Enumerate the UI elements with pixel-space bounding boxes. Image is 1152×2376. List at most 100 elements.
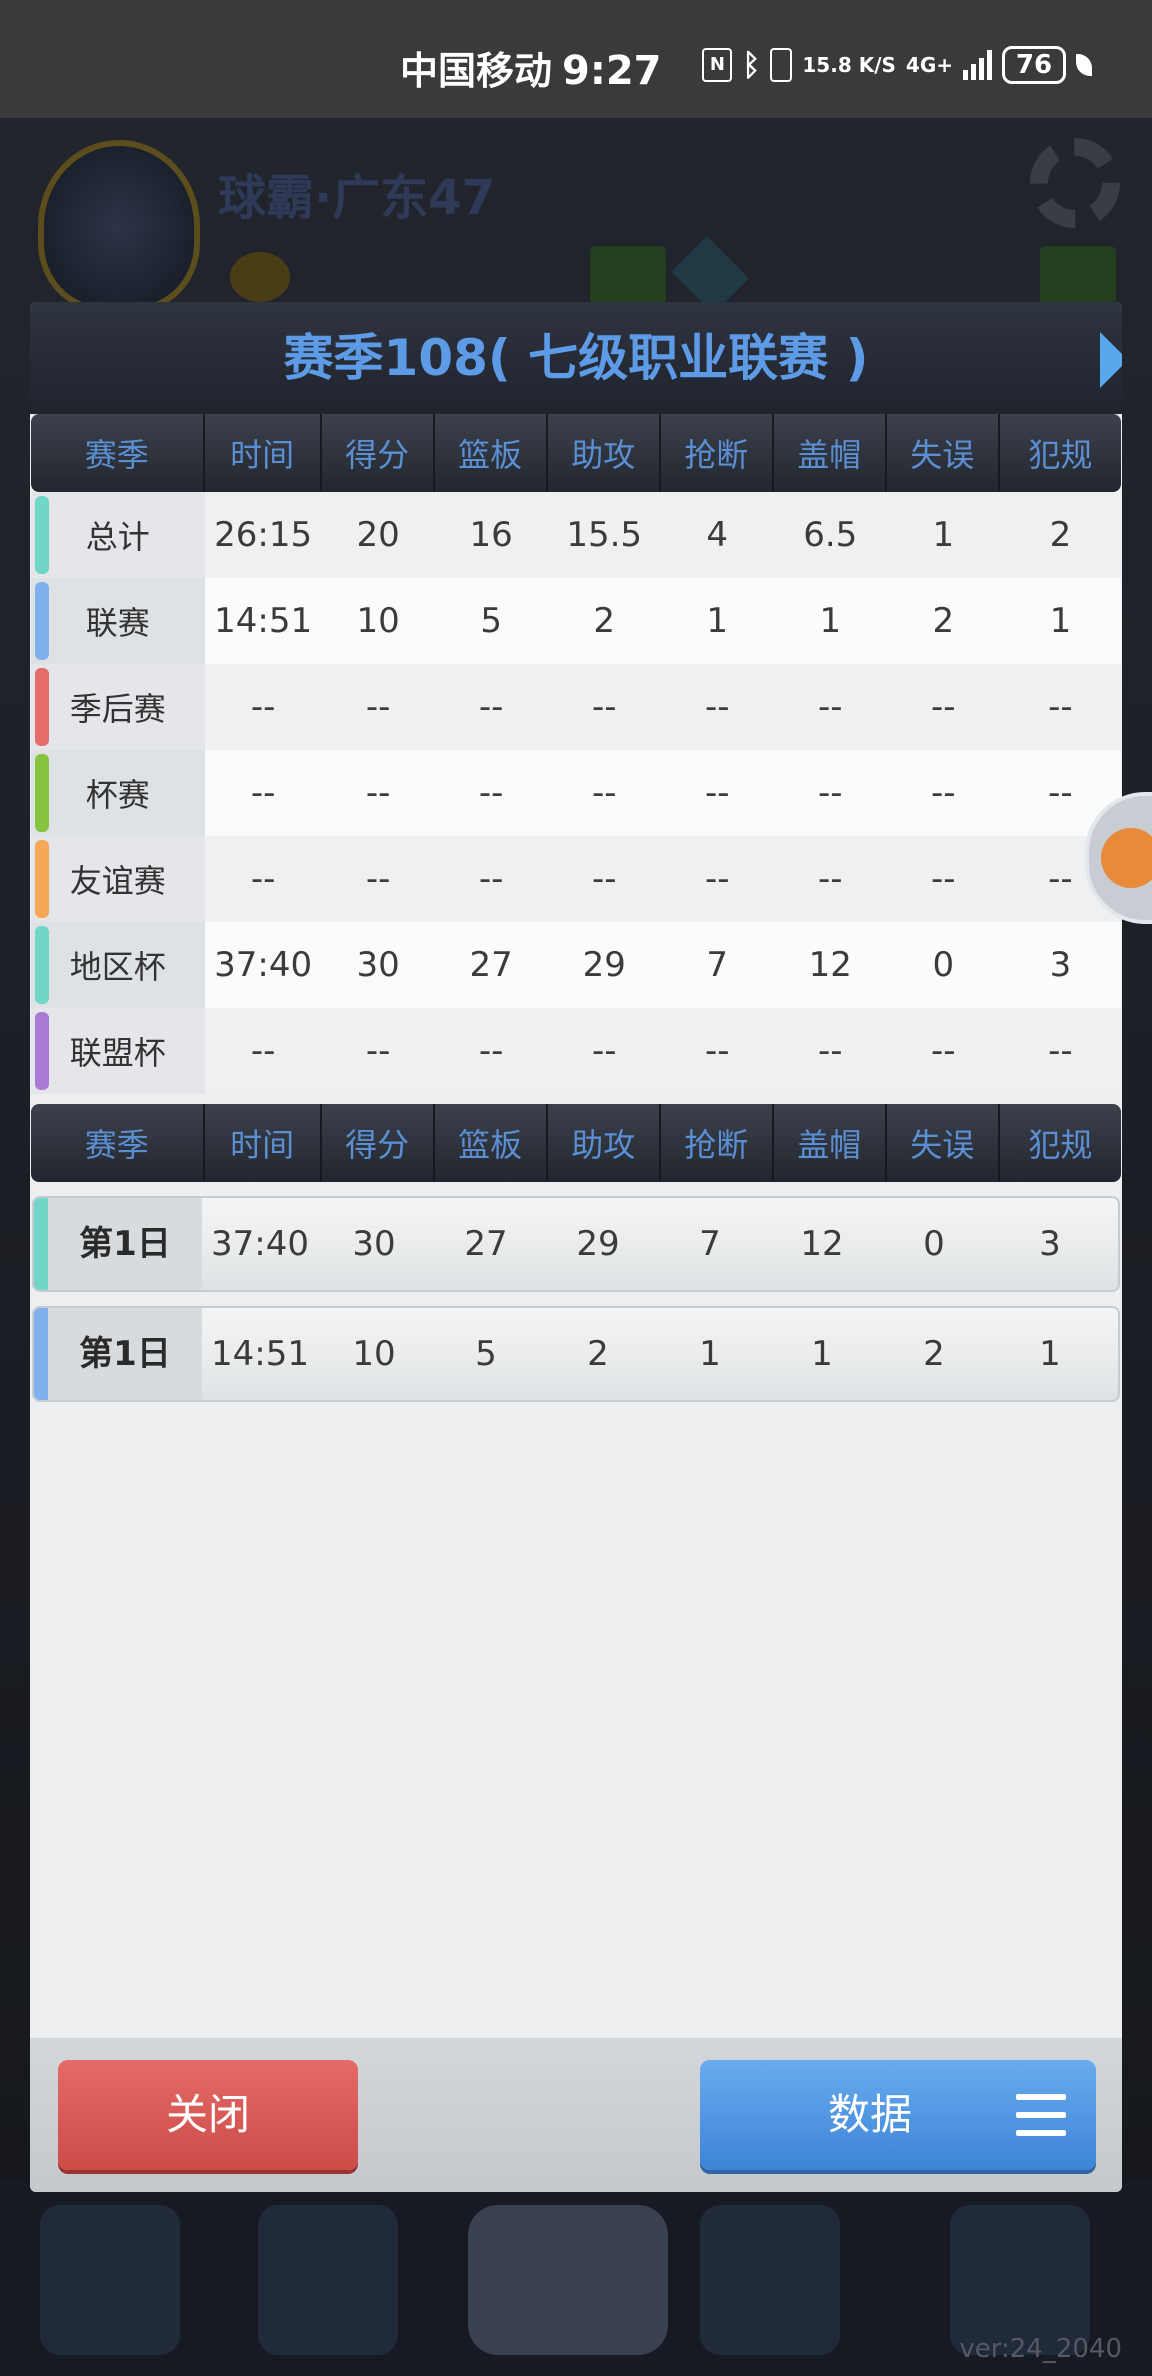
stat-cell: -- [321,664,435,750]
coin-icon [230,252,290,302]
tab-chat-icon [700,2205,840,2355]
category-color-bar [35,926,49,1004]
stat-cell: 1 [660,578,774,664]
stat-cell: -- [660,1008,774,1094]
stat-cell: 0 [886,922,1000,1008]
column-header: 得分 [321,414,435,492]
stat-cell: -- [434,836,548,922]
table-row: 联赛 14:51 10 5 2 1 1 2 1 [31,578,1121,664]
row-label: 季后赛 [31,664,205,750]
stat-cell: 29 [547,922,661,1008]
column-header: 抢断 [660,414,774,492]
stat-cell: 16 [434,492,548,578]
stat-cell: 37:40 [211,1224,309,1264]
network-type: 4G+ [905,53,953,77]
category-color-bar [35,496,49,574]
column-header: 篮板 [434,414,548,492]
stat-cell: -- [886,664,1000,750]
stat-cell: 5 [434,578,548,664]
power-saving-icon [1076,54,1092,76]
table-header-row: 赛季 时间 得分 篮板 助攻 抢断 盖帽 失误 犯规 [31,1104,1121,1182]
row-label-text: 联赛 [85,604,150,642]
column-header: 篮板 [434,1104,548,1182]
team-name: 球霸·广东47 [218,170,496,226]
stat-cell: 20 [321,492,435,578]
stat-cell: 12 [773,922,887,1008]
stat-cell: -- [660,750,774,836]
stat-cell: 1 [811,1334,833,1374]
category-color-bar [35,582,49,660]
stat-cell: 7 [660,922,774,1008]
stat-cell: -- [773,1008,887,1094]
stat-cell: -- [204,664,322,750]
stat-cell: 30 [352,1224,396,1264]
table-row: 地区杯 37:40 30 27 29 7 12 0 3 [31,922,1121,1008]
column-header: 盖帽 [773,414,887,492]
stat-cell: -- [434,1008,548,1094]
signal-icon [963,50,992,80]
status-icons: N ᛒ 15.8 K/S 4G+ 76 [702,46,1092,84]
table-row: 总计 26:15 20 16 15.5 4 6.5 1 2 [31,492,1121,578]
column-header: 得分 [321,1104,435,1182]
game-log-header: 赛季 时间 得分 篮板 助攻 抢断 盖帽 失误 犯规 [31,1104,1121,1182]
tab-star-icon [40,2205,180,2355]
tab-court-icon [468,2205,668,2355]
category-color-bar [35,668,49,746]
column-header: 助攻 [547,414,661,492]
close-button[interactable]: 关闭 [58,2060,358,2170]
stat-cell: 1 [773,578,887,664]
stat-cell: 10 [352,1334,396,1374]
game-day-label: 第1日 [48,1308,202,1400]
stat-cell: 7 [699,1224,721,1264]
stat-cell: -- [999,1008,1121,1094]
tab-upgrade-icon [950,2205,1090,2355]
stat-cell: 6.5 [773,492,887,578]
category-color-bar [34,1308,48,1400]
stat-cell: 5 [475,1334,497,1374]
add-coin-button [590,246,666,306]
bluetooth-icon: ᛒ [742,47,761,83]
column-header: 犯规 [999,414,1121,492]
stat-cell: -- [547,1008,661,1094]
row-label-text: 总计 [85,518,150,556]
row-label: 总计 [31,492,205,578]
category-color-bar [35,840,49,918]
game-row[interactable]: 第1日 37:40 30 27 29 7 12 0 3 [32,1196,1120,1292]
stat-cell: 1 [999,578,1121,664]
stat-cell: -- [660,664,774,750]
stat-cell: -- [547,750,661,836]
clock: 9:27 [562,48,662,94]
row-label: 地区杯 [31,922,205,1008]
stat-cell: 3 [1039,1224,1061,1264]
stat-cell: 14:51 [204,578,322,664]
stat-cell: -- [773,836,887,922]
stat-cell: 26:15 [204,492,322,578]
category-color-bar [35,1012,49,1090]
data-menu-button[interactable]: 数据 [700,2060,1096,2170]
stat-cell: 2 [547,578,661,664]
stat-cell: -- [204,1008,322,1094]
game-log-list: 第1日 37:40 30 27 29 7 12 0 3 第1日 14:51 10 5 2 1 1 2 1 [30,1196,1122,1402]
column-header: 犯规 [999,1104,1121,1182]
game-day-label: 第1日 [48,1198,202,1290]
stat-cell: -- [204,836,322,922]
column-header: 抢断 [660,1104,774,1182]
table-row: 杯赛 -- -- -- -- -- -- -- -- [31,750,1121,836]
menu-icon [1016,2094,1066,2136]
row-label-text: 季后赛 [69,690,166,728]
stat-cell: 27 [464,1224,508,1264]
column-header: 失误 [886,414,1000,492]
stat-cell: 1 [699,1334,721,1374]
stat-cell: 15.5 [547,492,661,578]
row-label: 联盟杯 [31,1008,205,1094]
stat-cell: 2 [886,578,1000,664]
stat-cell: 30 [321,922,435,1008]
battery-icon: 76 [1002,46,1066,84]
row-label: 联赛 [31,578,205,664]
status-bar: 中国移动 9:27 N ᛒ 15.8 K/S 4G+ 76 [0,0,1152,118]
column-header: 赛季 [31,414,205,492]
team-emblem-icon [38,140,200,312]
next-season-arrow-icon[interactable] [1100,332,1122,388]
game-row[interactable]: 第1日 14:51 10 5 2 1 1 2 1 [32,1306,1120,1402]
stat-cell: 2 [999,492,1121,578]
